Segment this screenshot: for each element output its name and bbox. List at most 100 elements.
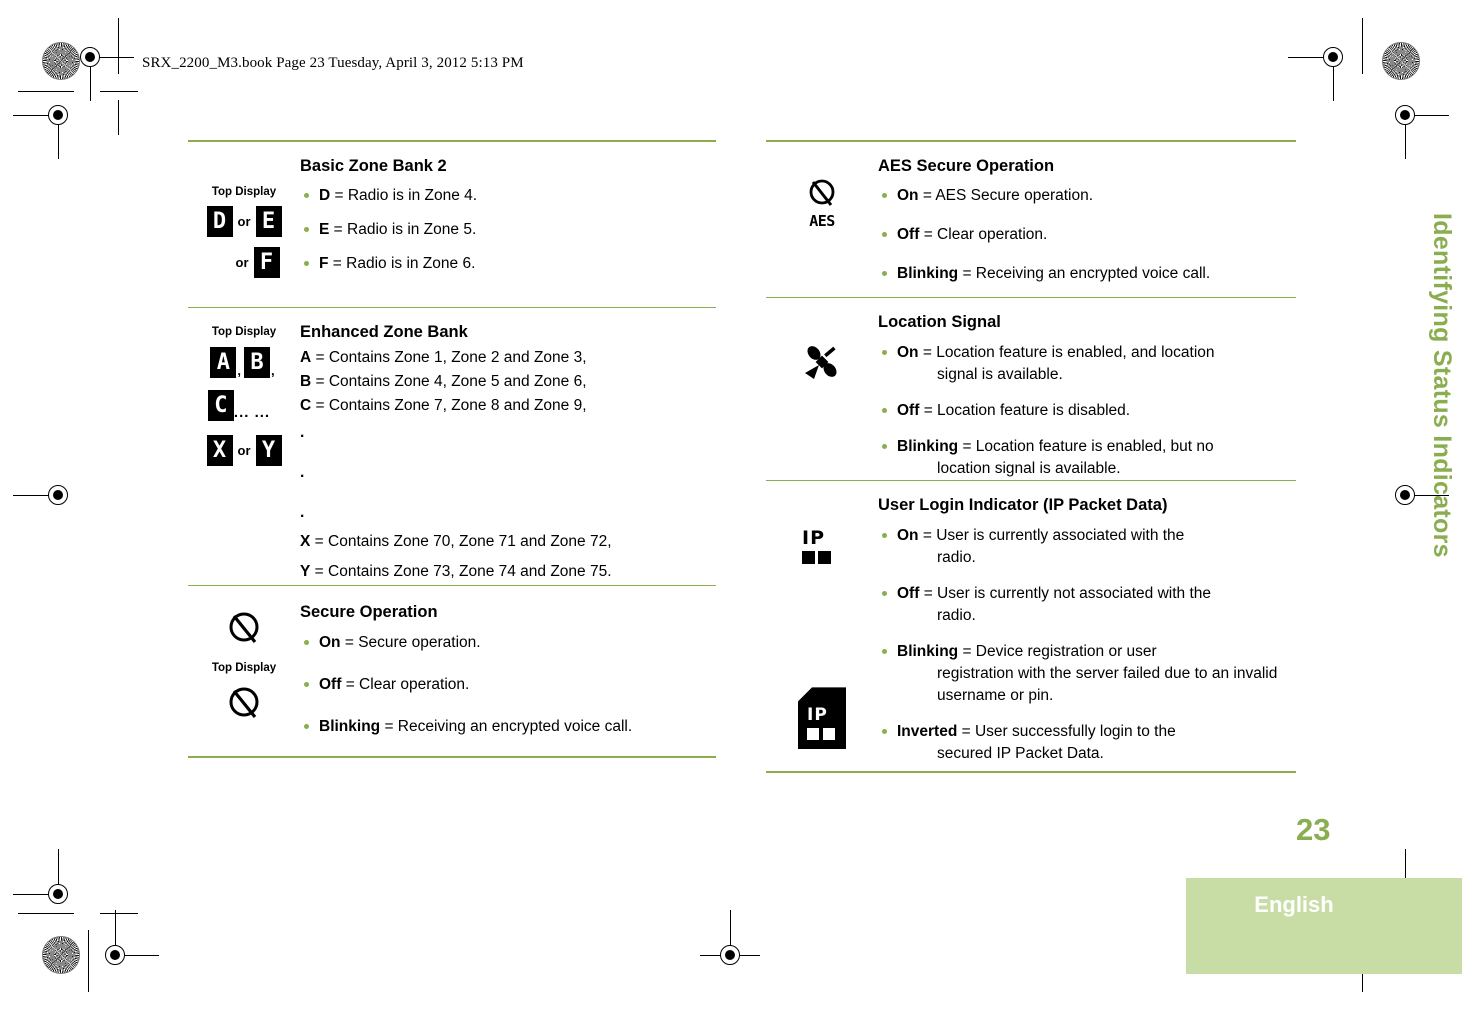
zone-letter-y-icon: Y bbox=[255, 434, 282, 466]
section-secure-operation: Top Display Secure Operation On = Secure… bbox=[188, 586, 716, 756]
icon-cell: AES bbox=[766, 142, 878, 230]
icon-cell: Top Display bbox=[188, 586, 300, 725]
icon-cell bbox=[766, 298, 878, 384]
crop-mark bbox=[118, 18, 119, 74]
list-item: Off = User is currently not associated w… bbox=[878, 583, 1296, 627]
aes-secure-icon bbox=[809, 179, 835, 206]
zone-letter-b-icon: B bbox=[244, 346, 270, 378]
secure-slashed-circle-icon bbox=[229, 687, 259, 719]
registration-target-icon bbox=[13, 849, 73, 909]
bullet-wrap: secured IP Packet Data. bbox=[937, 745, 1104, 763]
list-item: Off = Clear operation. bbox=[300, 674, 716, 696]
bullet-term: Off bbox=[897, 401, 920, 419]
list-item: Inverted = User successfully login to th… bbox=[878, 721, 1296, 765]
bullet-term: On bbox=[897, 343, 919, 361]
or-label: or bbox=[237, 214, 251, 230]
list-item: C = Contains Zone 7, Zone 8 and Zone 9, bbox=[300, 395, 716, 417]
list-item: Blinking = Device registration or user re… bbox=[878, 641, 1296, 707]
desc: = Contains Zone 4, Zone 5 and Zone 6, bbox=[311, 372, 587, 390]
desc: = Contains Zone 73, Zone 74 and Zone 75. bbox=[310, 562, 612, 580]
language-tab: English bbox=[1186, 878, 1462, 974]
term: C bbox=[300, 396, 312, 414]
ip-packet-inverted-icon: IP bbox=[798, 687, 846, 750]
satellite-icon bbox=[805, 346, 837, 380]
bullet-term: On bbox=[897, 527, 919, 545]
or-label: or bbox=[237, 442, 251, 458]
ip-icon-squares bbox=[802, 551, 848, 569]
crop-mark bbox=[100, 91, 138, 92]
bullet-term: D bbox=[319, 187, 331, 205]
bullet-term: Blinking bbox=[897, 265, 959, 283]
text-cell: User Login Indicator (IP Packet Data) On… bbox=[878, 481, 1296, 765]
crop-mark bbox=[18, 913, 74, 914]
icon-cell: Top Display A,B, C... ... Xor Y bbox=[188, 308, 300, 466]
section-location-signal: Location Signal On = Location feature is… bbox=[766, 298, 1296, 480]
bullet-desc: = Radio is in Zone 4. bbox=[330, 187, 478, 205]
list-item: On = User is currently associated with t… bbox=[878, 525, 1296, 569]
secure-slashed-circle-icon bbox=[229, 612, 259, 644]
page-number: 23 bbox=[1296, 812, 1331, 847]
registration-target-icon bbox=[100, 910, 159, 970]
list-item: Blinking = Receiving an encrypted voice … bbox=[300, 716, 716, 738]
bullet-desc: = Location feature is disabled. bbox=[919, 401, 1131, 419]
zone-letter-a-icon: A bbox=[210, 346, 237, 378]
bullet-term: E bbox=[319, 221, 330, 239]
zone-letter-d-icon: D bbox=[206, 206, 233, 238]
term: A bbox=[300, 348, 312, 366]
registration-target-icon bbox=[13, 100, 73, 159]
registration-target-icon bbox=[700, 910, 760, 970]
section-title: User Login Indicator (IP Packet Data) bbox=[878, 496, 1168, 515]
chapter-side-title: Identifying Status Indicators bbox=[1428, 212, 1456, 558]
section-title: Basic Zone Bank 2 bbox=[300, 156, 447, 175]
icon-cell: IP IP bbox=[766, 481, 878, 750]
bullet-term: Blinking bbox=[897, 643, 959, 661]
bullet-term: Blinking bbox=[897, 437, 959, 455]
text-cell: Enhanced Zone Bank A = Contains Zone 1, … bbox=[300, 308, 716, 585]
crop-mark bbox=[1362, 18, 1363, 74]
term: B bbox=[300, 372, 312, 390]
section-title: Enhanced Zone Bank bbox=[300, 323, 468, 342]
text-cell: Secure Operation On = Secure operation. … bbox=[300, 586, 716, 738]
crop-mark bbox=[100, 913, 138, 914]
registration-star-icon bbox=[42, 936, 80, 974]
list-item: On = Secure operation. bbox=[300, 632, 716, 654]
zone-letter-c-icon: C bbox=[207, 389, 234, 421]
text-cell: AES Secure Operation On = AES Secure ope… bbox=[878, 142, 1296, 286]
registration-target-icon bbox=[1288, 42, 1348, 101]
list-item: Off = Clear operation. bbox=[878, 224, 1296, 246]
zone-letter-f-icon: F bbox=[253, 247, 280, 279]
section-divider bbox=[188, 756, 716, 759]
bullet-desc: = AES Secure operation. bbox=[918, 187, 1094, 205]
bullet-desc: = User successfully login to the bbox=[957, 723, 1176, 741]
crop-mark bbox=[18, 91, 74, 92]
bullet-desc: = Clear operation. bbox=[919, 226, 1048, 244]
or-label: or bbox=[235, 255, 249, 271]
bullet-list: On = User is currently associated with t… bbox=[878, 525, 1296, 765]
registration-target-icon bbox=[75, 42, 134, 101]
section-title: Secure Operation bbox=[300, 603, 438, 622]
registration-target-icon bbox=[13, 480, 73, 510]
icon-cell: Top Display Dor E or F bbox=[188, 142, 300, 279]
list-item-dot: . bbox=[300, 503, 305, 521]
term: X bbox=[300, 532, 311, 550]
bullet-desc: = User is currently not associated with … bbox=[919, 585, 1212, 603]
list-item: Off = Location feature is disabled. bbox=[878, 400, 1296, 422]
list-item: X = Contains Zone 70, Zone 71 and Zone 7… bbox=[300, 531, 716, 553]
desc: = Contains Zone 70, Zone 71 and Zone 72, bbox=[310, 532, 612, 550]
list-item: B = Contains Zone 4, Zone 5 and Zone 6, bbox=[300, 371, 716, 393]
desc: = Contains Zone 7, Zone 8 and Zone 9, bbox=[311, 396, 587, 414]
section-title: Location Signal bbox=[878, 313, 1001, 332]
crop-mark bbox=[118, 100, 119, 135]
bullet-wrap: location signal is available. bbox=[937, 459, 1121, 477]
section-title: AES Secure Operation bbox=[878, 156, 1055, 175]
section-aes-secure-operation: AES AES Secure Operation On = AES Secure… bbox=[766, 142, 1296, 297]
list-item-dot: . bbox=[300, 463, 305, 481]
bullet-list: On = Secure operation. Off = Clear opera… bbox=[300, 632, 716, 738]
list-item: Y = Contains Zone 73, Zone 74 and Zone 7… bbox=[300, 561, 716, 583]
bullet-term: Off bbox=[897, 585, 920, 603]
list-item: A = Contains Zone 1, Zone 2 and Zone 3, bbox=[300, 347, 716, 369]
aes-icon-label: AES bbox=[809, 211, 835, 230]
list-item: On = Location feature is enabled, and lo… bbox=[878, 342, 1296, 386]
section-enhanced-zone-bank: Top Display A,B, C... ... Xor Y Enhanced … bbox=[188, 308, 716, 585]
bullet-term: Off bbox=[897, 226, 920, 244]
